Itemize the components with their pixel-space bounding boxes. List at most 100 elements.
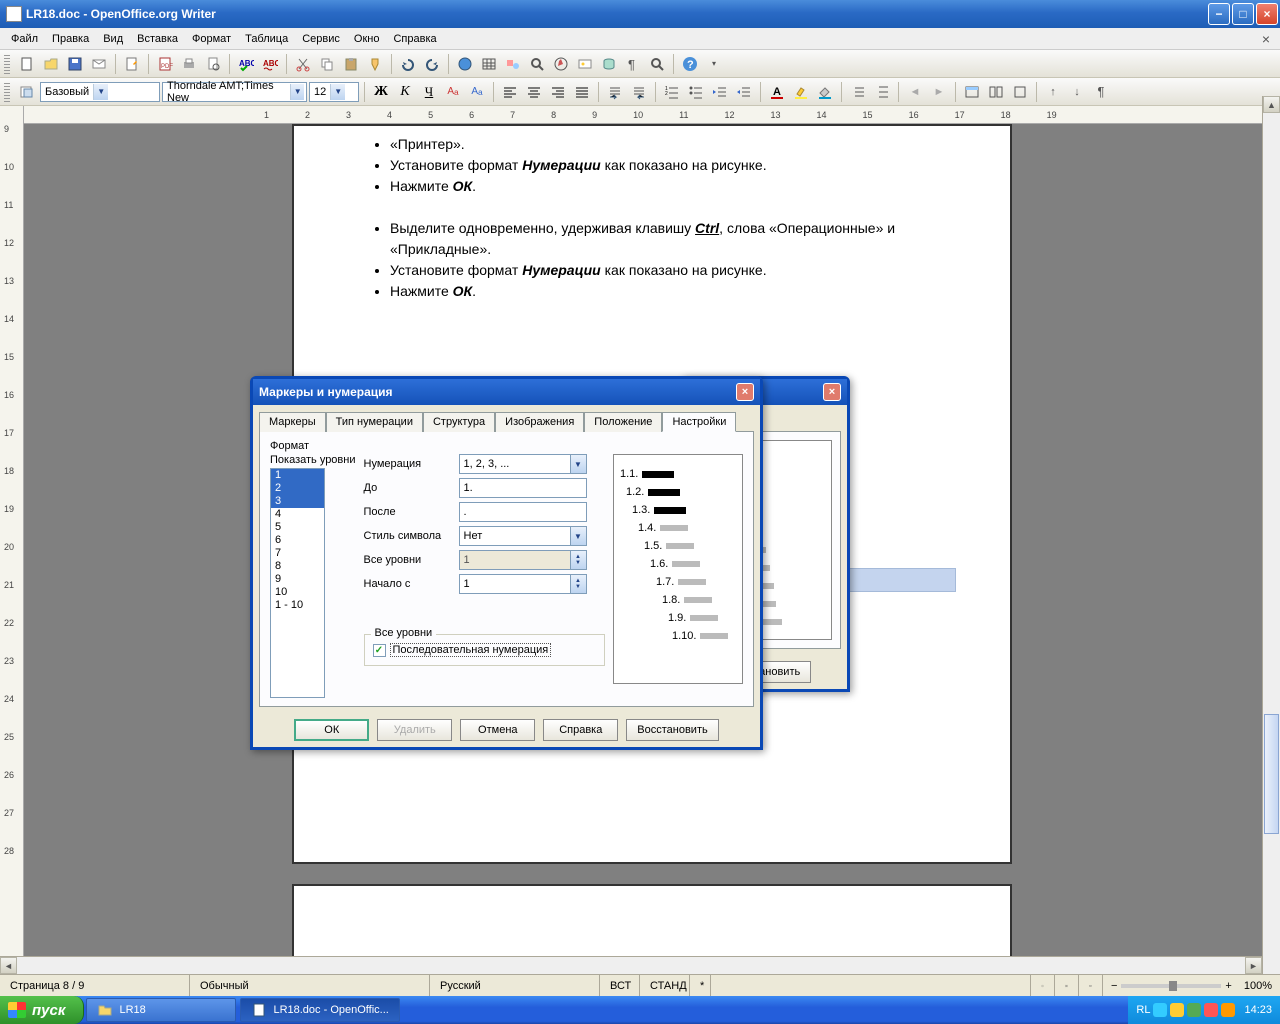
- menu-file[interactable]: Файл: [4, 31, 45, 47]
- tray-clock[interactable]: 14:23: [1244, 1004, 1272, 1016]
- menu-table[interactable]: Таблица: [238, 31, 295, 47]
- window-maximize-button[interactable]: □: [1232, 3, 1254, 25]
- level-item[interactable]: 8: [271, 560, 324, 573]
- zoom-value[interactable]: 100%: [1244, 980, 1272, 992]
- nav-back-button[interactable]: ◄: [904, 81, 926, 103]
- indent-increase-button[interactable]: [733, 81, 755, 103]
- horizontal-scrollbar[interactable]: ◄ ►: [0, 956, 1262, 974]
- cancel-button[interactable]: Отмена: [460, 719, 535, 741]
- level-item[interactable]: 3: [271, 495, 324, 508]
- numeration-value[interactable]: [459, 454, 571, 474]
- alllevels-spinner[interactable]: ▲▼: [459, 550, 587, 570]
- status-selection[interactable]: СТАНД: [640, 975, 690, 996]
- edit-doc-button[interactable]: [121, 53, 143, 75]
- level-item[interactable]: 7: [271, 547, 324, 560]
- align-center-button[interactable]: [523, 81, 545, 103]
- before-input[interactable]: [459, 478, 587, 498]
- format-paintbrush-button[interactable]: [364, 53, 386, 75]
- numbering-button[interactable]: 12: [661, 81, 683, 103]
- status-view-multi[interactable]: [1055, 975, 1079, 996]
- zoom-rail[interactable]: [1121, 984, 1221, 988]
- start-button[interactable]: пуск: [0, 996, 84, 1024]
- level-list[interactable]: 1 2 3 4 5 6 7 8 9 10 1 - 10: [270, 468, 325, 698]
- find-button[interactable]: [526, 53, 548, 75]
- taskbar-item-folder[interactable]: LR18: [86, 998, 236, 1022]
- menu-help[interactable]: Справка: [386, 31, 443, 47]
- level-item[interactable]: 6: [271, 534, 324, 547]
- font-color-button[interactable]: A: [766, 81, 788, 103]
- email-button[interactable]: [88, 53, 110, 75]
- font-name-combo[interactable]: Thorndale AMT;Times New ▼: [162, 82, 307, 102]
- toolbar-grip[interactable]: [4, 82, 10, 102]
- scroll-left-button[interactable]: ◄: [0, 957, 17, 974]
- vertical-scrollbar[interactable]: ▲: [1262, 96, 1280, 974]
- start-spinner[interactable]: ▲▼: [459, 574, 587, 594]
- copy-button[interactable]: [316, 53, 338, 75]
- table-button[interactable]: [478, 53, 500, 75]
- linespacing-2-button[interactable]: [871, 81, 893, 103]
- rtl-button[interactable]: [628, 81, 650, 103]
- menu-tools[interactable]: Сервис: [295, 31, 347, 47]
- datasources-button[interactable]: [598, 53, 620, 75]
- zoom-thumb[interactable]: [1169, 981, 1177, 991]
- undo-button[interactable]: [397, 53, 419, 75]
- help-button[interactable]: Справка: [543, 719, 618, 741]
- paste-button[interactable]: [340, 53, 362, 75]
- vertical-ruler[interactable]: 910111213141516171819202122232425262728: [0, 106, 24, 986]
- menu-edit[interactable]: Правка: [45, 31, 96, 47]
- print-button[interactable]: [178, 53, 200, 75]
- tab-position[interactable]: Положение: [584, 412, 662, 432]
- tab-outline[interactable]: Структура: [423, 412, 495, 432]
- align-left-button[interactable]: [499, 81, 521, 103]
- move-down-button[interactable]: ↓: [1066, 81, 1088, 103]
- export-pdf-button[interactable]: PDF: [154, 53, 176, 75]
- zoom-out-icon[interactable]: −: [1111, 980, 1117, 992]
- tray-icon[interactable]: [1170, 1003, 1184, 1017]
- zoom-in-icon[interactable]: +: [1225, 980, 1231, 992]
- move-up-button[interactable]: ↑: [1042, 81, 1064, 103]
- start-value[interactable]: [459, 574, 571, 594]
- zoom-slider[interactable]: − + 100%: [1103, 980, 1280, 992]
- sequential-numbering-checkbox[interactable]: ✓ Последовательная нумерация: [373, 643, 597, 657]
- background-color-button[interactable]: [814, 81, 836, 103]
- scroll-right-button[interactable]: ►: [1245, 957, 1262, 974]
- spinner-buttons[interactable]: ▲▼: [571, 574, 587, 594]
- superscript-button[interactable]: Aa: [442, 81, 464, 103]
- level-item[interactable]: 5: [271, 521, 324, 534]
- new-button[interactable]: [16, 53, 38, 75]
- nav-fwd-button[interactable]: ►: [928, 81, 950, 103]
- tray-icon[interactable]: [1221, 1003, 1235, 1017]
- level-item[interactable]: 2: [271, 482, 324, 495]
- styles-button[interactable]: [16, 81, 38, 103]
- horizontal-ruler[interactable]: 12345678910111213141516171819: [24, 106, 1280, 124]
- preview-button[interactable]: [202, 53, 224, 75]
- level-item[interactable]: 10: [271, 586, 324, 599]
- underline-button[interactable]: Ч: [418, 81, 440, 103]
- document-close-button[interactable]: ×: [1256, 31, 1276, 47]
- menu-insert[interactable]: Вставка: [130, 31, 185, 47]
- insert-table-button[interactable]: [961, 81, 983, 103]
- subscript-button[interactable]: Aa: [466, 81, 488, 103]
- paragraph-style-combo[interactable]: Базовый ▼: [40, 82, 160, 102]
- status-modified[interactable]: *: [690, 975, 711, 996]
- level-item[interactable]: 1: [271, 469, 324, 482]
- insert-frame-button[interactable]: [1009, 81, 1031, 103]
- level-item[interactable]: 4: [271, 508, 324, 521]
- spellcheck-button[interactable]: ABC: [235, 53, 257, 75]
- show-draw-button[interactable]: [502, 53, 524, 75]
- autospell-button[interactable]: ABC: [259, 53, 281, 75]
- tray-icon[interactable]: [1153, 1003, 1167, 1017]
- status-insert[interactable]: ВСТ: [600, 975, 640, 996]
- align-right-button[interactable]: [547, 81, 569, 103]
- tab-bullets[interactable]: Маркеры: [259, 412, 326, 432]
- menu-format[interactable]: Формат: [185, 31, 238, 47]
- font-size-combo[interactable]: 12 ▼: [309, 82, 359, 102]
- linespacing-1-button[interactable]: [847, 81, 869, 103]
- ok-button[interactable]: ОК: [294, 719, 369, 741]
- level-item[interactable]: 9: [271, 573, 324, 586]
- toolbar-overflow-button[interactable]: ▾: [703, 53, 725, 75]
- status-page[interactable]: Страница 8 / 9: [0, 975, 190, 996]
- ltr-button[interactable]: [604, 81, 626, 103]
- tab-numbering-type[interactable]: Тип нумерации: [326, 412, 423, 432]
- status-view-book[interactable]: [1079, 975, 1103, 996]
